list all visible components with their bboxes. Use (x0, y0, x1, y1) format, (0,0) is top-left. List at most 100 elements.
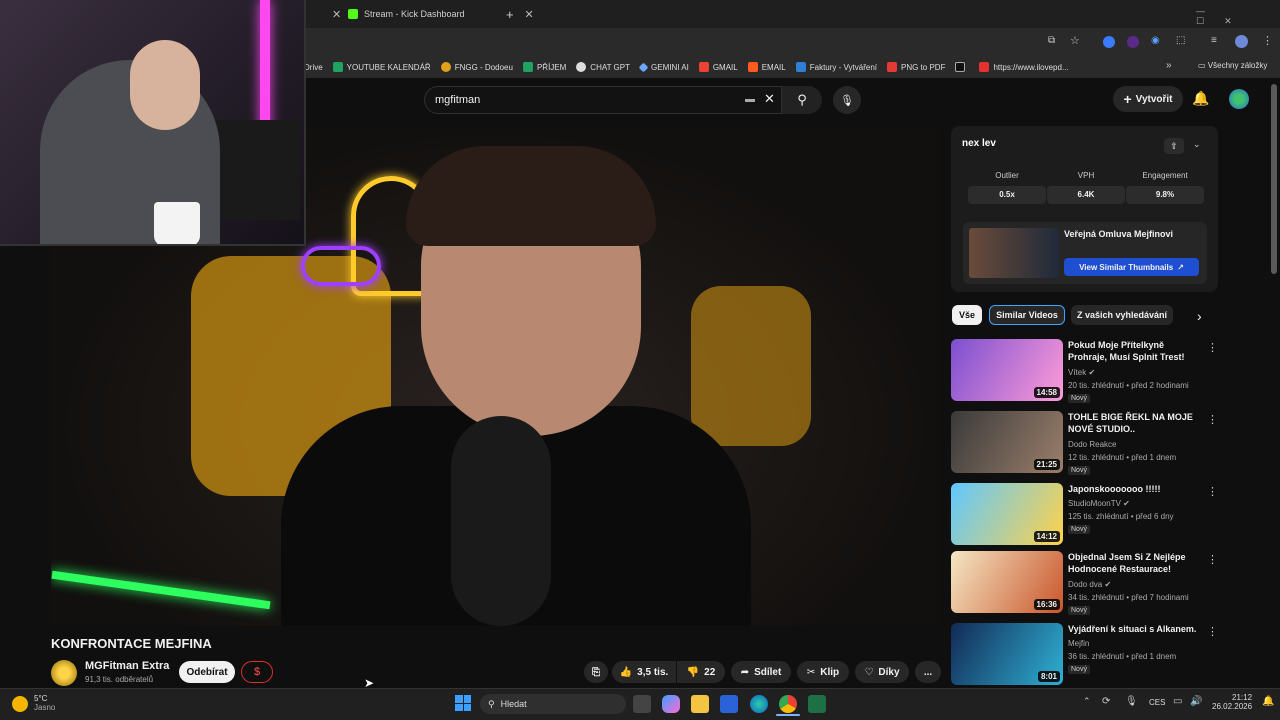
related-video-item[interactable]: 8:01 Vyjádření k situaci s Alkanem. Mejf… (951, 623, 1218, 687)
thanks-button[interactable]: ♡ Díky (855, 661, 909, 683)
bookmark-drive[interactable]: Drive (304, 63, 323, 72)
related-video-thumbnail[interactable]: 8:01 (951, 623, 1063, 685)
taskbar-search-box[interactable]: ⚲ Hledat (480, 694, 626, 714)
tab-search-icon[interactable]: ≡ (1211, 35, 1217, 46)
sync-icon[interactable]: ⟳ (1102, 696, 1110, 707)
extension-icon[interactable] (1127, 36, 1139, 48)
chip-all[interactable]: Vše (952, 305, 982, 325)
clear-search-icon[interactable]: ✕ (764, 91, 775, 107)
outlook-icon[interactable] (720, 695, 738, 713)
bookmark-faktury[interactable]: Faktury - Vytváření (795, 62, 877, 72)
bookmark-gemini[interactable]: GEMINI AI (638, 62, 689, 72)
bookmark-chat-gpt[interactable]: CHAT GPT (576, 62, 630, 72)
more-options-icon[interactable]: ⋮ (1207, 413, 1218, 426)
new-tab-button[interactable]: + (506, 4, 514, 24)
weather-sun-icon[interactable] (12, 696, 28, 712)
bookmark-gmail[interactable]: GMAIL (698, 62, 738, 72)
more-options-icon[interactable]: ⋮ (1207, 341, 1218, 354)
related-video-thumbnail[interactable]: 14:12 (951, 483, 1063, 545)
join-button[interactable]: $ (241, 661, 273, 683)
profile-avatar[interactable] (1235, 35, 1248, 48)
related-video-title[interactable]: Japonskooooooo !!!!! (1068, 483, 1198, 495)
like-button[interactable]: 👍 3,5 tis. (612, 661, 676, 683)
related-video-title[interactable]: Vyjádření k situaci s Alkanem. (1068, 623, 1198, 635)
more-options-icon[interactable]: ⋮ (1207, 553, 1218, 566)
bookmark-youtube-kalendar[interactable]: YOUTUBE KALENDÁŘ (332, 62, 431, 72)
bookmark-png-to-pdf[interactable]: PNG to PDF (887, 62, 945, 72)
related-video-item[interactable]: 14:58 Pokud Moje Přítelkyně Prohraje, Mu… (951, 339, 1218, 403)
window-controls[interactable]: —☐✕ (1196, 6, 1280, 27)
related-video-title[interactable]: Pokud Moje Přítelkyně Prohraje, Musí Spl… (1068, 339, 1198, 363)
search-button[interactable]: ⚲ (782, 86, 822, 114)
export-icon[interactable]: ⇪ (1164, 138, 1184, 154)
bookmark-ilovepdf[interactable]: https://www.ilovepd... (979, 62, 1069, 72)
subscribe-button[interactable]: Odebírat (179, 661, 235, 683)
bookmark-fngg[interactable]: FNGG - Dodoeu (440, 62, 513, 72)
extension-icon[interactable] (1103, 36, 1115, 48)
clip-button[interactable]: ✂ Klip (797, 661, 849, 683)
bookmark-star-icon[interactable]: ☆ (1070, 34, 1080, 47)
related-video-item[interactable]: 14:12 Japonskooooooo !!!!! StudioMoonTV … (951, 483, 1218, 547)
chip-from-searches[interactable]: Z vašich vyhledávání (1071, 305, 1173, 325)
related-video-channel[interactable]: Dodo Reakce (1068, 440, 1116, 449)
edge-icon[interactable] (750, 695, 768, 713)
tray-mic-icon[interactable]: 🎙 (1125, 696, 1138, 707)
extensions-puzzle-icon[interactable]: ⬚ (1176, 35, 1185, 46)
system-clock[interactable]: 21:12 26.02.2026 (1212, 693, 1252, 711)
extension-icon[interactable]: ◉ (1151, 35, 1160, 46)
chrome-icon[interactable] (779, 695, 797, 713)
dislike-button[interactable]: 👎 22 (677, 661, 725, 683)
excel-icon[interactable] (808, 695, 826, 713)
verified-icon: ✔ (1104, 580, 1112, 589)
notifications-bell-icon[interactable]: 🔔 (1192, 90, 1209, 107)
account-avatar[interactable] (1229, 89, 1249, 109)
task-view-icon[interactable] (633, 695, 651, 713)
channel-name[interactable]: MGFitman Extra (85, 660, 169, 672)
page-scrollbar[interactable] (1271, 84, 1277, 274)
browser-menu-icon[interactable]: ⋮ (1262, 34, 1273, 47)
collapse-chevron-icon[interactable]: ⌄ (1193, 139, 1201, 150)
chips-next-chevron-icon[interactable]: › (1197, 308, 1202, 324)
related-video-channel[interactable]: Dodo dva ✔ (1068, 580, 1111, 589)
chip-similar-videos[interactable]: Similar Videos (989, 305, 1065, 325)
related-video-channel[interactable]: StudioMoonTV ✔ (1068, 499, 1130, 508)
weather-widget[interactable]: 5°C Jasno (34, 694, 55, 712)
voice-search-button[interactable]: 🎙 (833, 86, 861, 114)
tab-close-icon[interactable]: ✕ (326, 4, 341, 24)
all-bookmarks-button[interactable]: ▭ Všechny záložky (1198, 61, 1267, 70)
keyboard-icon[interactable]: ▬ (745, 94, 755, 105)
language-indicator[interactable]: CES (1149, 698, 1165, 707)
bookmark-s[interactable] (955, 62, 969, 72)
view-similar-thumbnails-button[interactable]: View Similar Thumbnails ↗ (1064, 258, 1199, 276)
save-button[interactable]: ⎘ (584, 661, 608, 683)
related-video-thumbnail[interactable]: 16:36 (951, 551, 1063, 613)
file-explorer-icon[interactable] (691, 695, 709, 713)
more-actions-button[interactable]: ... (915, 661, 941, 683)
more-options-icon[interactable]: ⋮ (1207, 625, 1218, 638)
more-bookmarks-icon[interactable]: » (1166, 60, 1172, 71)
windows-start-icon[interactable] (455, 695, 471, 711)
related-video-item[interactable]: 21:25 TOHLE BIGE ŘEKL NA MOJE NOVÉ STUDI… (951, 411, 1218, 475)
copilot-icon[interactable] (662, 695, 680, 713)
similar-thumbnail-image[interactable] (969, 228, 1059, 278)
share-button[interactable]: ➦ Sdílet (731, 661, 791, 683)
channel-avatar[interactable] (51, 660, 77, 686)
related-video-channel[interactable]: Vítek ✔ (1068, 368, 1095, 377)
bookmark-email[interactable]: EMAIL (747, 62, 786, 72)
volume-icon[interactable]: 🔊 (1190, 696, 1202, 707)
related-video-thumbnail[interactable]: 14:58 (951, 339, 1063, 401)
search-input[interactable]: mgfitman (424, 86, 782, 114)
more-options-icon[interactable]: ⋮ (1207, 485, 1218, 498)
create-button[interactable]: + Vytvořit (1113, 86, 1183, 112)
related-video-title[interactable]: Objednal Jsem Si Z Nejlépe Hodnocené Res… (1068, 551, 1198, 575)
tray-overflow-icon[interactable]: ⌃ (1083, 696, 1091, 707)
related-video-title[interactable]: TOHLE BIGE ŘEKL NA MOJE NOVÉ STUDIO.. (1068, 411, 1198, 435)
install-icon[interactable]: ⧉ (1048, 35, 1055, 46)
related-video-thumbnail[interactable]: 21:25 (951, 411, 1063, 473)
network-icon[interactable]: ▭ (1173, 696, 1182, 707)
notification-center-icon[interactable]: 🔔 (1262, 696, 1274, 707)
tab-close-icon[interactable]: ✕ (525, 8, 534, 21)
related-video-channel[interactable]: Mejfin (1068, 639, 1089, 648)
bookmark-prijem[interactable]: PŘÍJEM (522, 62, 566, 72)
related-video-item[interactable]: 16:36 Objednal Jsem Si Z Nejlépe Hodnoce… (951, 551, 1218, 615)
